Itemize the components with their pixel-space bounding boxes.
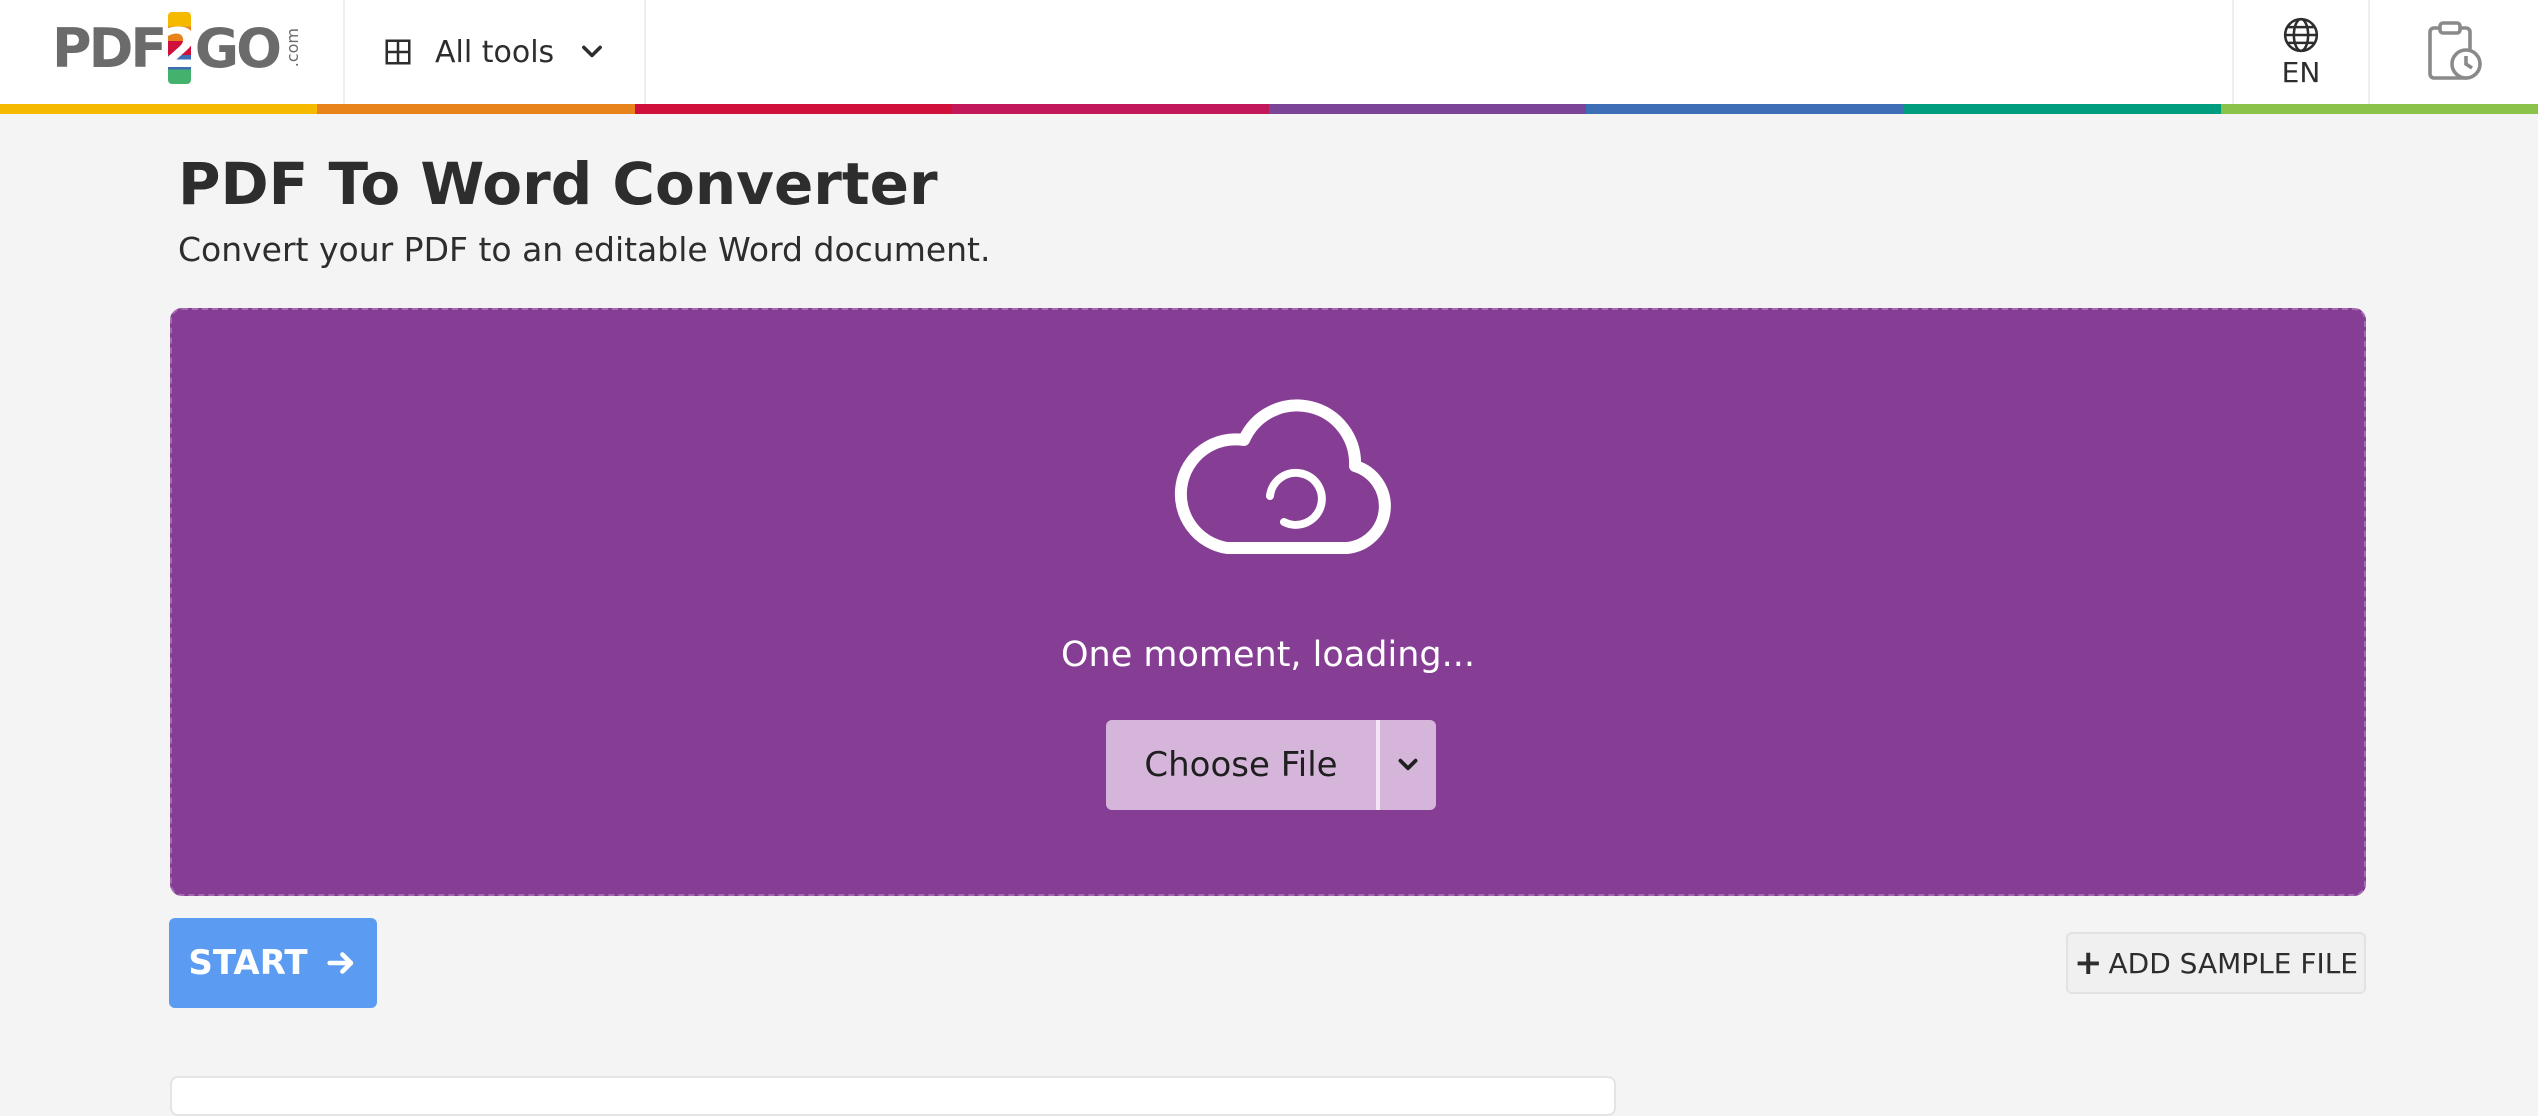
all-tools-menu[interactable]: All tools xyxy=(345,0,645,104)
header-color-stripe xyxy=(0,104,2538,114)
chevron-down-icon xyxy=(582,45,603,58)
logo-mark: 2 xyxy=(168,12,191,84)
plus-icon: + xyxy=(2073,943,2103,983)
color-stripe-segment xyxy=(0,104,318,114)
options-panel xyxy=(170,1076,1616,1116)
choose-file-control: Choose File xyxy=(1106,720,1436,810)
upload-source-dropdown[interactable] xyxy=(1380,720,1436,810)
all-tools-label: All tools xyxy=(435,34,555,70)
globe-icon xyxy=(2283,17,2319,52)
clipboard-clock-icon xyxy=(2428,21,2482,80)
language-selector[interactable]: EN xyxy=(2234,0,2368,104)
choose-file-button[interactable]: Choose File xyxy=(1106,720,1380,810)
color-stripe-segment xyxy=(2220,104,2538,114)
pdf2go-logo[interactable]: PDF 2 GO .com xyxy=(52,8,302,88)
top-header: PDF 2 GO .com All tools EN xyxy=(0,0,2538,104)
history-button[interactable] xyxy=(2370,0,2538,104)
color-stripe-segment xyxy=(317,104,635,114)
add-sample-file-button[interactable]: + ADD SAMPLE FILE xyxy=(2066,932,2366,994)
language-label: EN xyxy=(2281,55,2321,89)
grid-icon xyxy=(385,39,411,65)
start-button[interactable]: START xyxy=(169,918,377,1008)
color-stripe-segment xyxy=(634,104,952,114)
cloud-upload-icon xyxy=(1174,399,1391,554)
chevron-down-icon xyxy=(1398,758,1418,771)
header-divider xyxy=(644,0,646,104)
logo-text-pdf: PDF xyxy=(52,16,167,80)
page-subtitle: Convert your PDF to an editable Word doc… xyxy=(178,230,991,269)
loading-status: One moment, loading... xyxy=(1061,635,1475,675)
page-title: PDF To Word Converter xyxy=(178,150,938,218)
arrow-right-icon xyxy=(326,952,353,974)
color-stripe-segment xyxy=(951,104,1269,114)
file-dropzone[interactable]: One moment, loading... Choose File xyxy=(170,308,2366,896)
logo-suffix: .com xyxy=(283,28,302,68)
color-stripe-segment xyxy=(1269,104,1587,114)
start-label: START xyxy=(188,943,308,983)
add-sample-label: ADD SAMPLE FILE xyxy=(2108,946,2358,980)
logo-text-go: GO xyxy=(194,16,282,80)
color-stripe-segment xyxy=(1903,104,2221,114)
color-stripe-segment xyxy=(1586,104,1904,114)
